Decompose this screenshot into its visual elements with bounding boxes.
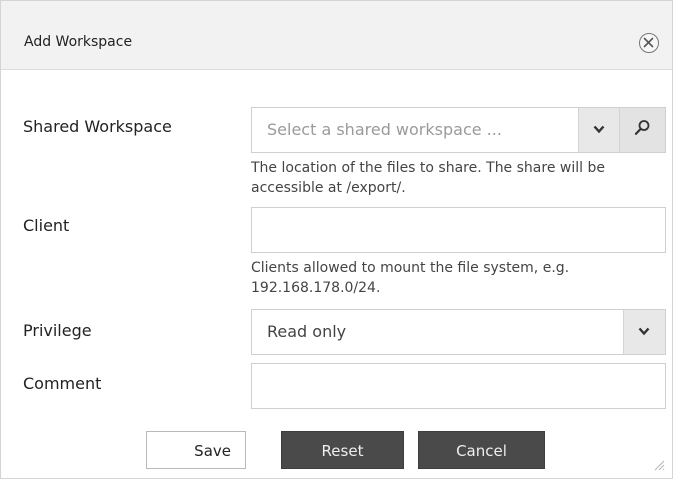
shared-workspace-search-button[interactable] xyxy=(619,108,665,152)
cancel-button[interactable]: Cancel xyxy=(418,431,545,469)
client-input[interactable] xyxy=(251,207,666,253)
privilege-dropdown-button[interactable] xyxy=(623,310,665,354)
privilege-label: Privilege xyxy=(23,321,92,340)
comment-input[interactable] xyxy=(251,363,666,409)
search-icon xyxy=(634,120,650,135)
close-circle-icon xyxy=(643,37,654,48)
shared-workspace-dropdown-button[interactable] xyxy=(578,108,620,152)
close-button[interactable] xyxy=(639,33,659,53)
comment-label: Comment xyxy=(23,374,102,393)
save-button[interactable]: Save xyxy=(146,431,246,469)
privilege-value: Read only xyxy=(267,322,347,341)
add-workspace-dialog: Add Workspace Shared Workspace Select a … xyxy=(0,0,673,479)
client-help: Clients allowed to mount the file system… xyxy=(251,260,570,296)
dialog-header: Add Workspace xyxy=(1,1,672,70)
reset-button[interactable]: Reset xyxy=(281,431,404,469)
resize-handle-icon[interactable] xyxy=(651,457,665,471)
shared-workspace-label: Shared Workspace xyxy=(23,117,172,136)
chevron-down-icon xyxy=(593,125,605,134)
shared-workspace-select[interactable]: Select a shared workspace ... xyxy=(251,107,666,153)
shared-workspace-placeholder: Select a shared workspace ... xyxy=(267,120,502,139)
client-label: Client xyxy=(23,216,70,235)
chevron-down-icon xyxy=(638,327,650,336)
dialog-title: Add Workspace xyxy=(24,34,133,50)
shared-workspace-help: The location of the files to share. The … xyxy=(251,160,605,196)
privilege-select[interactable]: Read only xyxy=(251,309,666,355)
